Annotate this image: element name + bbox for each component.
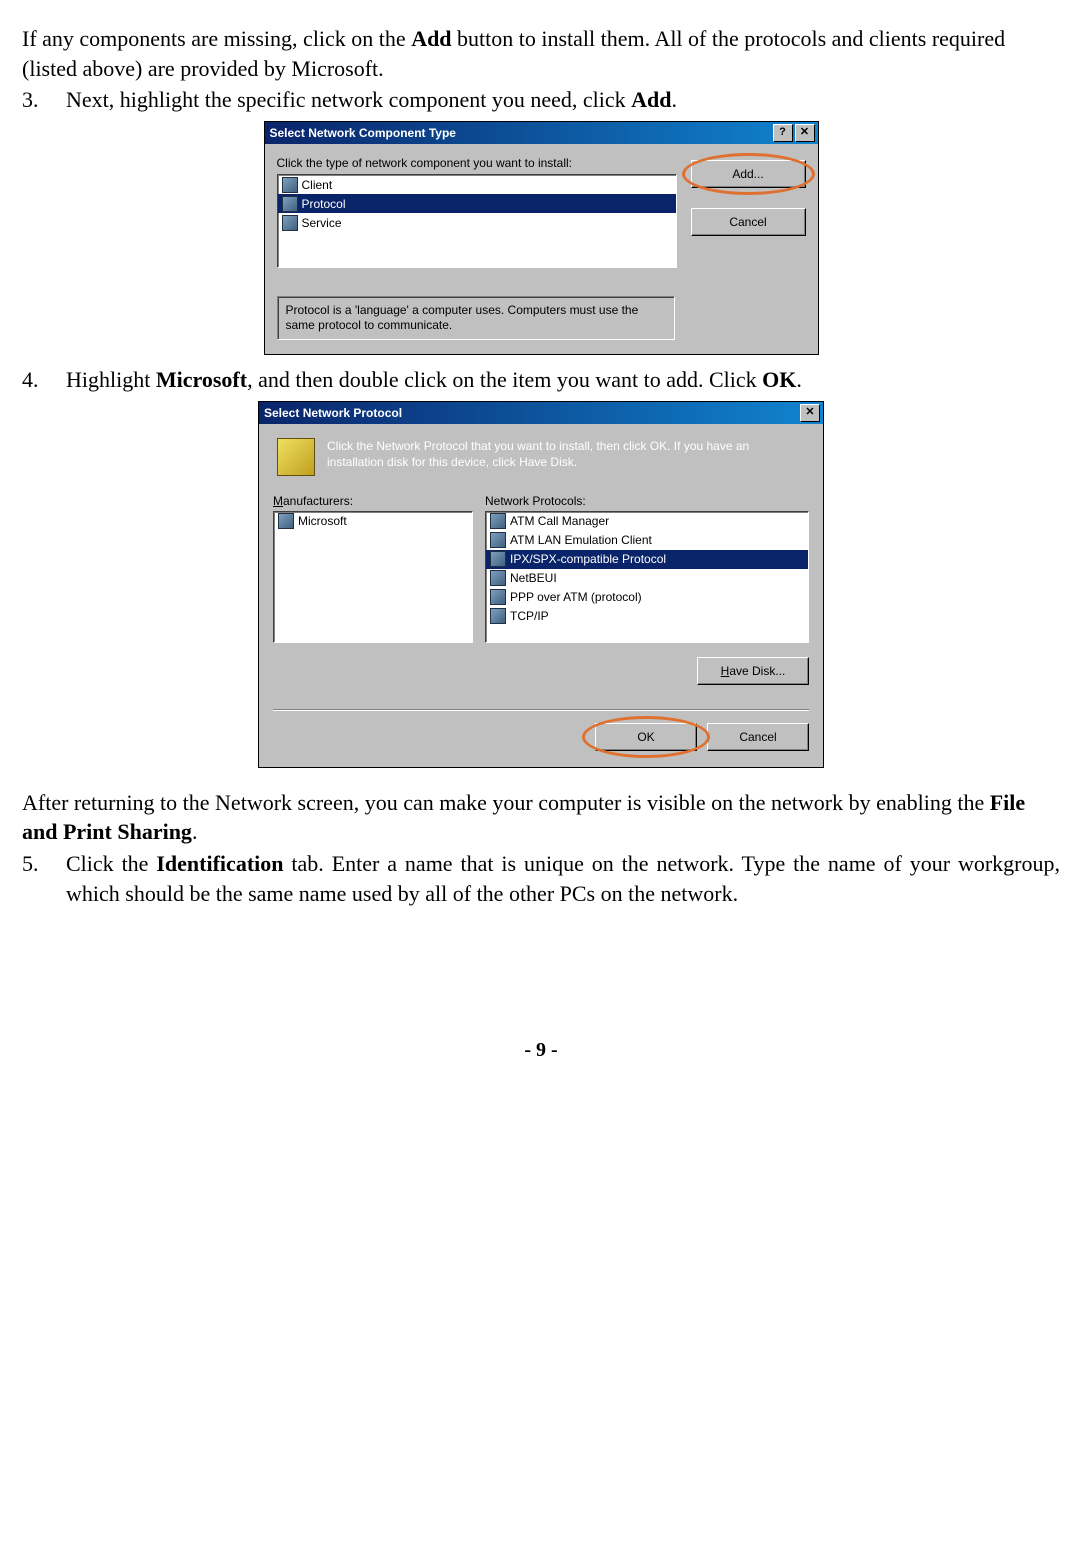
list-item-ppp-atm[interactable]: PPP over ATM (protocol) bbox=[486, 588, 808, 607]
step-3-add-bold: Add bbox=[631, 87, 671, 112]
list-item-service[interactable]: Service bbox=[278, 213, 676, 232]
identification-bold: Identification bbox=[156, 851, 283, 876]
protocol-item-icon bbox=[490, 551, 506, 567]
service-icon bbox=[282, 215, 298, 231]
step-4-text-e: . bbox=[796, 367, 802, 392]
network-protocols-label: Network Protocols: bbox=[485, 494, 809, 508]
cancel-button-label: Cancel bbox=[739, 730, 776, 744]
separator bbox=[273, 709, 809, 711]
proto-label-5: TCP/IP bbox=[510, 609, 549, 623]
step-4-microsoft-bold: Microsoft bbox=[156, 367, 247, 392]
page-number: - 9 - bbox=[22, 1039, 1060, 1062]
have-disk-label: Have Disk... bbox=[721, 664, 786, 678]
dialog2-message: Click the Network Protocol that you want… bbox=[327, 438, 809, 476]
have-disk-rest: ave Disk... bbox=[729, 664, 785, 678]
component-type-listbox[interactable]: Client Protocol Service bbox=[277, 174, 677, 268]
list-item-protocol-label: Protocol bbox=[302, 197, 346, 211]
manufacturers-listbox[interactable]: Microsoft bbox=[273, 511, 473, 643]
after-paragraph: After returning to the Network screen, y… bbox=[22, 788, 1060, 847]
protocol-item-icon bbox=[490, 570, 506, 586]
component-description: Protocol is a 'language' a computer uses… bbox=[277, 296, 675, 340]
list-item-microsoft-label: Microsoft bbox=[298, 514, 347, 528]
figure-select-network-protocol: Select Network Protocol ✕ Click the Netw… bbox=[22, 401, 1060, 768]
step-5-number: 5. bbox=[22, 849, 66, 908]
manufacturers-label: Manufacturers: bbox=[273, 494, 473, 508]
close-button[interactable]: ✕ bbox=[800, 404, 820, 422]
step-3: 3. Next, highlight the specific network … bbox=[22, 85, 1060, 115]
proto-label-3: NetBEUI bbox=[510, 571, 557, 585]
cancel-button[interactable]: Cancel bbox=[707, 723, 809, 751]
protocol-item-icon bbox=[490, 532, 506, 548]
after-text-c: . bbox=[192, 819, 198, 844]
list-item-client-label: Client bbox=[302, 178, 333, 192]
step-4-ok-bold: OK bbox=[762, 367, 796, 392]
help-button[interactable]: ? bbox=[773, 124, 793, 142]
after-text-a: After returning to the Network screen, y… bbox=[22, 790, 990, 815]
protocol-icon bbox=[282, 196, 298, 212]
step-5-text-a: Click the bbox=[66, 851, 156, 876]
intro-add-bold: Add bbox=[411, 26, 451, 51]
add-button-label: Add... bbox=[732, 167, 763, 181]
network-protocols-listbox[interactable]: ATM Call Manager ATM LAN Emulation Clien… bbox=[485, 511, 809, 643]
step-4-text-a: Highlight bbox=[66, 367, 156, 392]
cancel-button[interactable]: Cancel bbox=[691, 208, 806, 236]
have-disk-button[interactable]: Have Disk... bbox=[697, 657, 809, 685]
step-5: 5. Click the Identification tab. Enter a… bbox=[22, 849, 1060, 908]
list-item-client[interactable]: Client bbox=[278, 175, 676, 194]
list-item-netbeui[interactable]: NetBEUI bbox=[486, 569, 808, 588]
step-3-text-a: Next, highlight the specific network com… bbox=[66, 87, 631, 112]
add-button[interactable]: Add... bbox=[691, 160, 806, 188]
list-item-tcpip[interactable]: TCP/IP bbox=[486, 607, 808, 626]
client-icon bbox=[282, 177, 298, 193]
intro-text-1: If any components are missing, click on … bbox=[22, 26, 411, 51]
step-3-text: Next, highlight the specific network com… bbox=[66, 85, 1060, 115]
cancel-button-label: Cancel bbox=[729, 215, 766, 229]
proto-label-1: ATM LAN Emulation Client bbox=[510, 533, 652, 547]
close-button[interactable]: ✕ bbox=[795, 124, 815, 142]
step-4-text-c: , and then double click on the item you … bbox=[247, 367, 762, 392]
dialog2-title: Select Network Protocol bbox=[264, 406, 798, 420]
dialog2-title-bar: Select Network Protocol ✕ bbox=[259, 402, 823, 424]
protocol-item-icon bbox=[490, 589, 506, 605]
protocol-big-icon bbox=[277, 438, 315, 476]
list-item-microsoft[interactable]: Microsoft bbox=[274, 512, 472, 531]
dialog-select-network-component-type: Select Network Component Type ? ✕ Click … bbox=[264, 121, 819, 355]
figure-select-component-type: Select Network Component Type ? ✕ Click … bbox=[22, 121, 1060, 355]
list-item-atm-lan-emulation[interactable]: ATM LAN Emulation Client bbox=[486, 531, 808, 550]
dialog1-title: Select Network Component Type bbox=[270, 126, 771, 140]
step-3-text-c: . bbox=[671, 87, 677, 112]
proto-label-4: PPP over ATM (protocol) bbox=[510, 590, 642, 604]
step-5-text: Click the Identification tab. Enter a na… bbox=[66, 849, 1060, 908]
list-item-ipx-spx[interactable]: IPX/SPX-compatible Protocol bbox=[486, 550, 808, 569]
list-item-service-label: Service bbox=[302, 216, 342, 230]
manufacturers-mnemonic: M bbox=[273, 494, 283, 508]
ok-button-label: OK bbox=[637, 730, 654, 744]
dialog1-title-bar: Select Network Component Type ? ✕ bbox=[265, 122, 818, 144]
ok-button[interactable]: OK bbox=[595, 723, 697, 751]
manufacturers-rest: anufacturers: bbox=[283, 494, 353, 508]
proto-label-2: IPX/SPX-compatible Protocol bbox=[510, 552, 666, 566]
step-4-text: Highlight Microsoft, and then double cli… bbox=[66, 365, 1060, 395]
proto-label-0: ATM Call Manager bbox=[510, 514, 609, 528]
dialog1-prompt: Click the type of network component you … bbox=[277, 156, 677, 170]
protocol-item-icon bbox=[490, 513, 506, 529]
step-4-number: 4. bbox=[22, 365, 66, 395]
dialog-select-network-protocol: Select Network Protocol ✕ Click the Netw… bbox=[258, 401, 824, 768]
manufacturer-icon bbox=[278, 513, 294, 529]
intro-paragraph: If any components are missing, click on … bbox=[22, 24, 1060, 83]
step-3-number: 3. bbox=[22, 85, 66, 115]
protocol-item-icon bbox=[490, 608, 506, 624]
list-item-protocol[interactable]: Protocol bbox=[278, 194, 676, 213]
step-4: 4. Highlight Microsoft, and then double … bbox=[22, 365, 1060, 395]
list-item-atm-call-manager[interactable]: ATM Call Manager bbox=[486, 512, 808, 531]
